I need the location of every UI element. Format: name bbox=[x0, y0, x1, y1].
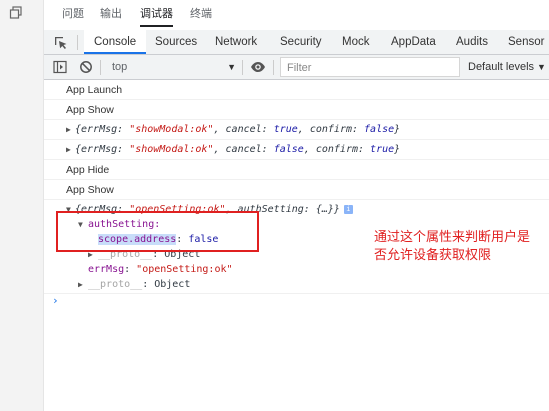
clear-console-icon[interactable] bbox=[79, 60, 93, 74]
log-text: App Hide bbox=[66, 164, 110, 176]
inspect-element-icon[interactable] bbox=[53, 35, 69, 51]
divider bbox=[100, 60, 101, 75]
console-prompt[interactable]: › bbox=[52, 294, 59, 307]
expand-arrow-icon[interactable]: ▶ bbox=[78, 275, 83, 295]
filter-input[interactable] bbox=[281, 59, 459, 77]
tab-mock[interactable]: Mock bbox=[342, 30, 369, 54]
log-object: {errMsg: "showModal:ok", cancel: true, c… bbox=[75, 124, 401, 135]
log-text: App Show bbox=[66, 104, 114, 116]
tab-sensor[interactable]: Sensor bbox=[508, 30, 544, 54]
tab-problems[interactable]: 问题 bbox=[62, 7, 84, 27]
tab-audits[interactable]: Audits bbox=[456, 30, 488, 54]
tab-appdata[interactable]: AppData bbox=[391, 30, 436, 54]
devtools-tabs: Console Sources Network Security Mock Ap… bbox=[44, 30, 549, 55]
log-row: App Launch bbox=[44, 80, 549, 100]
tab-output[interactable]: 输出 bbox=[100, 7, 122, 27]
log-row: ▶ {errMsg: "showModal:ok", cancel: true,… bbox=[44, 120, 549, 140]
context-value: top bbox=[112, 61, 128, 73]
log-row: App Show bbox=[44, 180, 549, 200]
levels-label: Default levels bbox=[468, 61, 535, 73]
sidebar-toggle-icon[interactable] bbox=[53, 60, 67, 74]
tab-console[interactable]: Console bbox=[84, 30, 147, 54]
log-row: ▶ {errMsg: "showModal:ok", cancel: false… bbox=[44, 140, 549, 160]
tab-debugger[interactable]: 调试器 bbox=[140, 7, 173, 27]
log-object: {errMsg: "showModal:ok", cancel: false, … bbox=[75, 144, 401, 155]
filter-box bbox=[280, 57, 460, 77]
left-rail bbox=[0, 0, 44, 411]
console-toolbar: top ▼ Default levels▼ bbox=[44, 55, 549, 80]
tab-security[interactable]: Security bbox=[280, 30, 322, 54]
tab-terminal[interactable]: 终端 bbox=[190, 7, 212, 27]
restore-window-icon[interactable] bbox=[9, 6, 23, 20]
divider bbox=[242, 60, 243, 75]
tab-network[interactable]: Network bbox=[215, 30, 257, 54]
eye-icon[interactable] bbox=[250, 60, 266, 74]
tab-sources[interactable]: Sources bbox=[155, 30, 197, 54]
panel-tabs: 问题 输出 调试器 终端 bbox=[44, 0, 549, 28]
divider bbox=[77, 35, 78, 50]
info-icon[interactable]: i bbox=[343, 204, 353, 214]
property-proto: __proto__: Object bbox=[88, 279, 191, 290]
divider bbox=[273, 60, 274, 75]
log-row: App Show bbox=[44, 100, 549, 120]
context-select[interactable]: top ▼ bbox=[106, 57, 236, 77]
annotation-note: 通过这个属性来判断用户是否允许设备获取权限 bbox=[374, 230, 531, 263]
log-text: App Show bbox=[66, 184, 114, 196]
log-text: App Launch bbox=[66, 84, 123, 96]
annotation-highlight-box bbox=[56, 211, 259, 252]
expand-arrow-icon[interactable]: ▶ bbox=[66, 140, 71, 160]
dropdown-arrow-icon: ▼ bbox=[227, 62, 236, 72]
dropdown-arrow-icon: ▼ bbox=[537, 62, 546, 72]
log-row: App Hide bbox=[44, 160, 549, 180]
levels-dropdown[interactable]: Default levels ▼ bbox=[468, 57, 549, 77]
expand-arrow-icon[interactable]: ▶ bbox=[66, 120, 71, 140]
